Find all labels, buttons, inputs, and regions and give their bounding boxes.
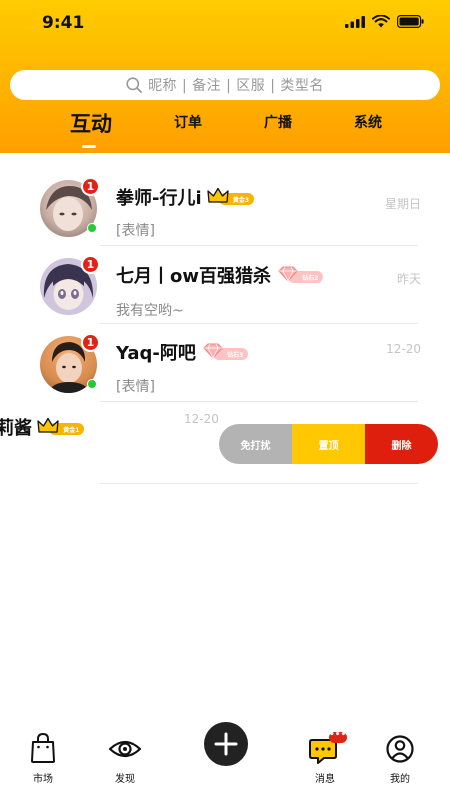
message-time: 昨天 — [396, 272, 421, 286]
nav-market[interactable]: 市场 — [18, 732, 68, 785]
status-time: 9:41 — [42, 13, 85, 33]
diamond-icon — [278, 266, 298, 282]
tab-indicator — [82, 145, 96, 148]
delete-button[interactable]: 删除 — [365, 424, 438, 464]
eye-icon — [108, 740, 142, 758]
message-time: 12-20 — [184, 412, 219, 426]
search-icon — [126, 77, 142, 93]
level-tag: 黄金1 — [37, 417, 85, 435]
pin-button[interactable]: 置顶 — [292, 424, 365, 464]
search-input[interactable]: 昵称 | 备注 | 区服 | 类型名 — [10, 70, 440, 100]
nav-discover-label: 发现 — [115, 774, 135, 785]
user-icon — [386, 735, 414, 763]
tab-interaction[interactable]: 互动 — [66, 108, 116, 138]
contact-name-text: Yaq-阿吧 — [116, 343, 196, 364]
level-tag: 钻石2 — [278, 266, 324, 283]
conversation-row[interactable]: 1 七月丨ow百强猎杀 钻石2 昨天 我有空哟~ — [0, 246, 450, 324]
message-time: 星期日 — [384, 197, 421, 211]
contact-name: Yaq-阿吧 钻石3 — [116, 339, 249, 365]
wifi-icon — [372, 15, 390, 28]
battery-icon — [397, 15, 424, 28]
contact-name-text: 拳师-行儿i — [116, 188, 202, 209]
messages-badge: ••• — [329, 730, 347, 740]
unread-badge: 1 — [81, 333, 100, 352]
signal-icon — [345, 15, 365, 28]
status-icons — [345, 15, 424, 28]
header: 9:41 昵称 | 备注 | 区服 | 类型名 互动 订单 广播 系统 — [0, 0, 450, 153]
crown-icon — [37, 417, 59, 433]
diamond-icon — [203, 343, 223, 359]
tab-system[interactable]: 系统 — [348, 112, 388, 132]
status-bar: 9:41 — [0, 0, 450, 46]
unread-badge: 1 — [81, 177, 100, 196]
message-preview: [表情] — [116, 223, 155, 239]
unread-badge: 1 — [81, 255, 100, 274]
add-button[interactable] — [204, 722, 248, 766]
tab-broadcast[interactable]: 广播 — [258, 112, 298, 132]
nav-profile-label: 我的 — [390, 774, 410, 785]
level-tag: 黄金3 — [207, 187, 255, 205]
contact-name: 拳师-行儿i 黄金3 — [116, 184, 255, 210]
nav-profile[interactable]: 我的 — [375, 732, 425, 785]
nav-messages[interactable]: ••• 消息 — [300, 730, 350, 785]
divider — [100, 483, 418, 484]
crown-icon — [207, 187, 229, 203]
online-dot — [87, 379, 97, 389]
nav-discover[interactable]: 发现 — [100, 732, 150, 785]
level-tag: 钻石3 — [203, 343, 249, 360]
nav-messages-label: 消息 — [315, 774, 335, 785]
contact-name-text: 莉莉酱 — [0, 418, 32, 439]
message-preview: 我有空哟~ — [116, 303, 184, 319]
shopping-bag-icon — [31, 732, 55, 763]
plus-icon — [214, 732, 238, 756]
mute-button[interactable]: 免打扰 — [219, 424, 292, 464]
tab-orders[interactable]: 订单 — [168, 112, 208, 132]
online-dot — [87, 223, 97, 233]
tab-bar: 互动 订单 广播 系统 — [0, 112, 450, 148]
swipe-actions: 免打扰 置顶 删除 — [219, 424, 438, 464]
message-time: 12-20 — [386, 342, 421, 356]
contact-name-text: 七月丨ow百强猎杀 — [116, 266, 271, 287]
conversation-row[interactable]: 1 拳师-行儿i 黄金3 星期日 [表情] — [0, 168, 450, 246]
conversation-row[interactable]: 1 Yaq-阿吧 钻石3 12-20 [表情] — [0, 324, 450, 402]
contact-name: 莉莉酱 黄金1 — [0, 414, 85, 440]
message-preview: [表情] — [116, 379, 155, 395]
contact-name: 七月丨ow百强猎杀 钻石2 — [116, 262, 324, 288]
search-placeholder: 昵称 | 备注 | 区服 | 类型名 — [148, 78, 324, 94]
nav-market-label: 市场 — [33, 774, 53, 785]
